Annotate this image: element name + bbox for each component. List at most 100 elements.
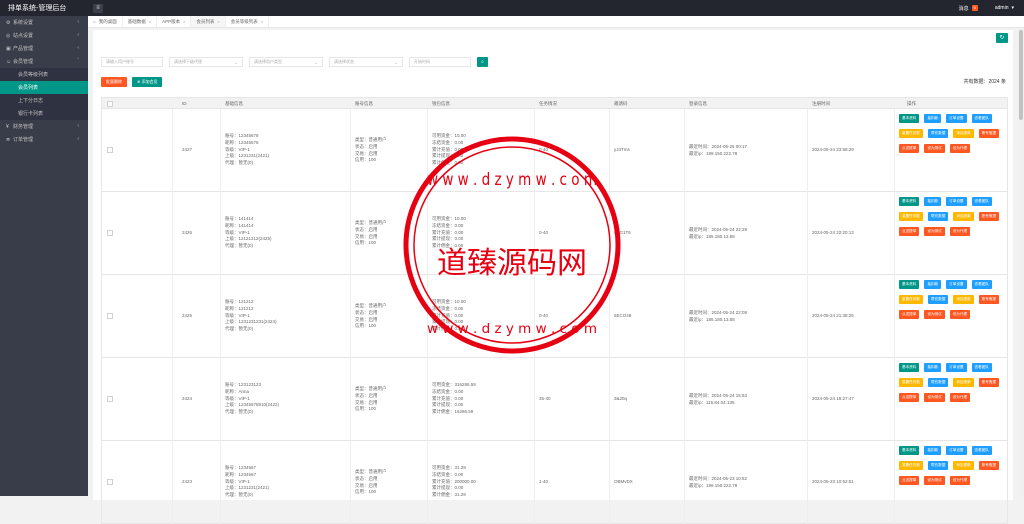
view-team-button[interactable]: 查看团队 [971,363,992,372]
refresh-button[interactable]: ↻ [996,33,1008,43]
view-team-button[interactable]: 查看团队 [971,114,992,123]
sidebar-item-members[interactable]: ☺ 会员管理 ˇ [0,55,88,68]
set-test-button[interactable]: 设为测试 [924,144,945,153]
sidebar-item-orders[interactable]: ≣ 订单管理 ‹ [0,133,88,146]
set-test-button[interactable]: 设为测试 [924,476,945,485]
row-checkbox[interactable] [107,230,113,236]
recharge-data-button[interactable]: 帮充数据 [927,461,949,470]
sidebar-subitem-member-list[interactable]: 会员列表 [0,81,88,94]
fake-withdraw-button[interactable]: 账号假提 [978,129,1000,138]
row-checkbox[interactable] [107,147,113,153]
cell-basic-line: 账号：12345678 [225,133,259,138]
add-withdraw-button[interactable]: 添加提款 [953,212,974,221]
set-test-button[interactable]: 设为测试 [924,310,945,319]
sidebar-subitem-balance-log[interactable]: 上下分日志 [0,94,88,107]
row-checkbox[interactable] [107,313,113,319]
basic-info-button[interactable]: 基本资料 [899,280,920,289]
reset-task-button[interactable]: 重置任务数 [899,295,923,304]
send-order-button[interactable]: 点送提单 [899,144,920,153]
recharge-data-button[interactable]: 帮充数据 [927,212,949,221]
reset-task-button[interactable]: 重置任务数 [899,212,923,221]
batch-delete-button[interactable]: 批量删除 [101,77,127,87]
start-time-input[interactable]: 开始时间 [409,57,471,67]
sidebar-item-products[interactable]: ▣ 产品管理 ‹ [0,42,88,55]
column-divider [609,275,610,358]
send-order-button[interactable]: 点送提单 [899,393,920,402]
send-order-button[interactable]: 点送提单 [899,227,920,236]
send-order-button[interactable]: 点送提单 [899,476,920,485]
add-withdraw-button[interactable]: 添加提款 [953,461,974,470]
recharge-data-button[interactable]: 帮充数据 [927,295,949,304]
reset-task-button[interactable]: 重置任务数 [899,461,923,470]
tab-member-list[interactable]: 会员列表 × [191,16,226,27]
hamburger-icon[interactable]: ≡ [93,3,103,13]
reset-task-button[interactable]: 重置任务数 [899,378,923,387]
tab-desktop[interactable]: ⌂ 我的桌面 [88,16,123,27]
set-test-button[interactable]: 设为测试 [924,393,945,402]
notify-label[interactable]: 消息 [959,5,969,12]
close-icon[interactable]: × [183,19,185,24]
view-team-button[interactable]: 查看团队 [971,197,992,206]
deduct-button[interactable]: 抽扣款 [924,446,942,455]
set-agent-button[interactable]: 设为代理 [949,310,971,319]
set-agent-button[interactable]: 设为代理 [949,144,971,153]
add-withdraw-button[interactable]: 添加提款 [953,295,974,304]
basic-info-button[interactable]: 基本资料 [899,197,920,206]
chevron-down-icon[interactable]: ▾ [1011,5,1014,11]
set-agent-button[interactable]: 设为代理 [949,227,971,236]
close-icon[interactable]: × [217,19,219,24]
deduct-button[interactable]: 抽扣款 [924,363,942,372]
usertype-select[interactable]: 请选择用户类型 ⌄ [249,57,323,67]
reset-task-button[interactable]: 重置任务数 [899,129,923,138]
deduct-button[interactable]: 抽扣款 [924,114,942,123]
sidebar-subitem-bank-cards[interactable]: 银行卡列表 [0,107,88,120]
sidebar-subitem-member-levels[interactable]: 会员等级列表 [0,68,88,81]
recharge-data-button[interactable]: 帮充数据 [927,129,949,138]
cell-login-line: 最近时间：2024-05-25 00:17 [689,144,748,149]
recharge-data-button[interactable]: 帮充数据 [927,378,949,387]
send-order-button[interactable]: 点送提单 [899,310,920,319]
deduct-button[interactable]: 抽扣款 [924,197,942,206]
sidebar-item-site[interactable]: ◎ 站点设置 ‹ [0,29,88,42]
set-agent-button[interactable]: 设为代理 [949,393,971,402]
sidebar-item-system[interactable]: ⚙ 系统设置 ‹ [0,16,88,29]
add-member-button[interactable]: ⊕ 添加会员 [132,77,163,87]
search-button[interactable]: ⌕ [477,57,488,67]
tab-app-version[interactable]: APP版本 × [157,16,192,27]
status-select[interactable]: 请选择状态 ⌄ [329,57,403,67]
order-settings-button[interactable]: 订单设置 [946,197,967,206]
order-settings-button[interactable]: 订单设置 [946,446,967,455]
basic-info-button[interactable]: 基本资料 [899,446,920,455]
scrollbar-thumb[interactable] [1019,30,1023,120]
row-checkbox[interactable] [107,479,113,485]
basic-info-button[interactable]: 基本资料 [899,363,920,372]
column-divider [172,192,173,275]
view-team-button[interactable]: 查看团队 [971,446,992,455]
fake-withdraw-button[interactable]: 账号假提 [978,378,1000,387]
add-withdraw-button[interactable]: 添加提款 [953,378,974,387]
deduct-button[interactable]: 抽扣款 [924,280,942,289]
set-test-button[interactable]: 设为测试 [924,227,945,236]
username-input[interactable]: 请输入用户账号 [101,57,163,67]
order-settings-button[interactable]: 订单设置 [946,363,967,372]
agent-select[interactable]: 请选择下级代理 ⌄ [169,57,243,67]
close-icon[interactable]: × [261,19,263,24]
set-agent-button[interactable]: 设为代理 [949,476,971,485]
order-settings-button[interactable]: 订单设置 [946,114,967,123]
tab-member-levels[interactable]: 会员等级列表 × [226,16,270,27]
close-icon[interactable]: × [149,19,151,24]
fake-withdraw-button[interactable]: 账号假提 [978,295,1000,304]
basic-info-button[interactable]: 基本资料 [899,114,920,123]
add-withdraw-button[interactable]: 添加提款 [953,129,974,138]
tab-basic-data[interactable]: 基础数据 × [123,16,158,27]
fake-withdraw-button[interactable]: 账号假提 [978,461,1000,470]
order-settings-button[interactable]: 订单设置 [946,280,967,289]
view-team-button[interactable]: 查看团队 [971,280,992,289]
fake-withdraw-button[interactable]: 账号假提 [978,212,1000,221]
row-checkbox[interactable] [107,396,113,402]
cell-wallet-line: 累计佣金：0.00 [432,326,464,332]
cell-wallet-line: 冻结资金：0.00 [432,388,464,394]
user-menu[interactable]: admin [995,5,1009,11]
select-all-checkbox[interactable] [107,101,113,107]
sidebar-item-finance[interactable]: ¥ 财务管理 ‹ [0,120,88,133]
